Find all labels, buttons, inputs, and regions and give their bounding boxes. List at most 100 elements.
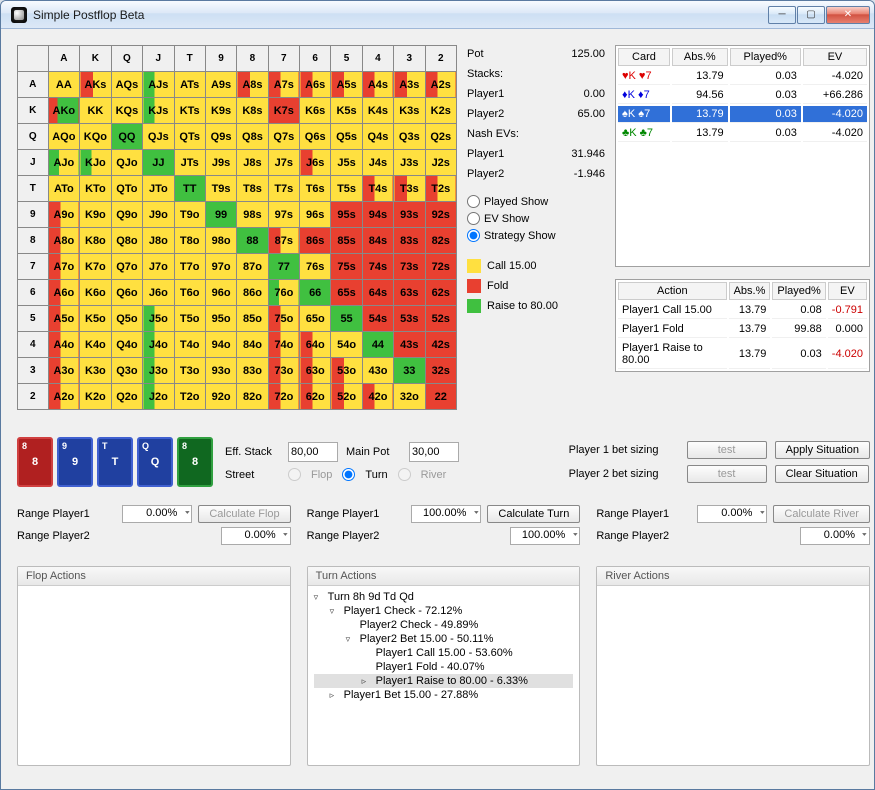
hand-cell[interactable]: J5o xyxy=(143,306,174,332)
hand-cell[interactable]: Q9s xyxy=(205,124,236,150)
calc-river-button[interactable]: Calculate River xyxy=(773,505,870,523)
hand-cell[interactable]: AJo xyxy=(48,150,80,176)
hand-cell[interactable]: A9s xyxy=(205,72,236,98)
board-card[interactable]: TT xyxy=(97,437,133,487)
minimize-button[interactable]: ─ xyxy=(768,6,796,24)
clear-situation-button[interactable]: Clear Situation xyxy=(775,465,869,483)
hand-cell[interactable]: TT xyxy=(174,176,205,202)
hand-cell[interactable]: 99 xyxy=(205,202,236,228)
hand-cell[interactable]: T3o xyxy=(174,358,205,384)
hand-cell[interactable]: 96o xyxy=(205,280,236,306)
hand-cell[interactable]: T2o xyxy=(174,384,205,410)
turn-rp1-pct[interactable]: 100.00% xyxy=(411,505,481,523)
hand-cell[interactable]: A3o xyxy=(48,358,80,384)
hand-cell[interactable]: J9s xyxy=(205,150,236,176)
river-rp1-pct[interactable]: 0.00% xyxy=(697,505,767,523)
tree-node[interactable]: Player1 Call 15.00 - 53.60% xyxy=(314,646,574,660)
hand-cell[interactable]: 85o xyxy=(237,306,268,332)
hand-cell[interactable]: Q6o xyxy=(111,280,142,306)
card-row[interactable]: ♥K ♥713.790.03-4.020 xyxy=(618,68,867,85)
hand-cell[interactable]: T5s xyxy=(331,176,362,202)
hand-cell[interactable]: Q5s xyxy=(331,124,362,150)
hand-cell[interactable]: K4o xyxy=(80,332,112,358)
hand-cell[interactable]: T7s xyxy=(268,176,299,202)
calc-flop-button[interactable]: Calculate Flop xyxy=(198,505,290,523)
hand-cell[interactable]: A9o xyxy=(48,202,80,228)
hand-cell[interactable]: T5o xyxy=(174,306,205,332)
hand-cell[interactable]: A8o xyxy=(48,228,80,254)
hand-cell[interactable]: AQs xyxy=(111,72,142,98)
hand-cell[interactable]: 65s xyxy=(331,280,362,306)
tree-node[interactable]: ▹Player1 Bet 15.00 - 27.88% xyxy=(314,688,574,702)
hand-cell[interactable]: K9s xyxy=(205,98,236,124)
hand-cell[interactable]: T4o xyxy=(174,332,205,358)
turn-rp2-pct[interactable]: 100.00% xyxy=(510,527,580,545)
board-card[interactable]: 88 xyxy=(177,437,213,487)
card-row[interactable]: ♣K ♣713.790.03-4.020 xyxy=(618,125,867,142)
action-row[interactable]: Player1 Raise to 80.0013.790.03-4.020 xyxy=(618,340,867,369)
board-card[interactable]: 88 xyxy=(17,437,53,487)
hand-cell[interactable]: AQo xyxy=(48,124,80,150)
board-card[interactable]: 99 xyxy=(57,437,93,487)
flop-rp1-pct[interactable]: 0.00% xyxy=(122,505,192,523)
hand-cell[interactable]: A2s xyxy=(425,72,457,98)
hand-cell[interactable]: 32o xyxy=(394,384,425,410)
hand-cell[interactable]: Q2s xyxy=(425,124,457,150)
hand-cell[interactable]: K8o xyxy=(80,228,112,254)
hand-cell[interactable]: 95s xyxy=(331,202,362,228)
hand-cell[interactable]: 62o xyxy=(300,384,331,410)
hand-cell[interactable]: 97o xyxy=(205,254,236,280)
hand-cell[interactable]: 84s xyxy=(362,228,393,254)
titlebar[interactable]: Simple Postflop Beta ─ ▢ ✕ xyxy=(1,1,874,29)
hand-cell[interactable]: 54o xyxy=(331,332,362,358)
hand-cell[interactable]: 63s xyxy=(394,280,425,306)
hand-cell[interactable]: 43s xyxy=(394,332,425,358)
hand-cell[interactable]: Q9o xyxy=(111,202,142,228)
hand-cell[interactable]: A7s xyxy=(268,72,299,98)
hand-cell[interactable]: K6s xyxy=(300,98,331,124)
turn-tree[interactable]: ▿Turn 8h 9d Td Qd▿Player1 Check - 72.12%… xyxy=(314,590,574,702)
hand-cell[interactable]: Q4o xyxy=(111,332,142,358)
hand-cell[interactable]: KQs xyxy=(111,98,142,124)
hand-cell[interactable]: 87s xyxy=(268,228,299,254)
hand-cell[interactable]: T7o xyxy=(174,254,205,280)
effstack-input[interactable] xyxy=(288,442,338,462)
hand-cell[interactable]: J9o xyxy=(143,202,174,228)
card-row[interactable]: ♠K ♠713.790.03-4.020 xyxy=(618,106,867,123)
calc-turn-button[interactable]: Calculate Turn xyxy=(487,505,580,523)
hand-cell[interactable]: K7o xyxy=(80,254,112,280)
hand-cell[interactable]: 42s xyxy=(425,332,457,358)
hand-cell[interactable]: KJo xyxy=(80,150,112,176)
hand-cell[interactable]: K8s xyxy=(237,98,268,124)
hand-cell[interactable]: AA xyxy=(48,72,80,98)
action-table[interactable]: ActionAbs.%Played%EVPlayer1 Call 15.0013… xyxy=(615,279,870,372)
hand-cell[interactable]: QTs xyxy=(174,124,205,150)
hand-cell[interactable]: 95o xyxy=(205,306,236,332)
hand-cell[interactable]: ATs xyxy=(174,72,205,98)
hand-cell[interactable]: Q3o xyxy=(111,358,142,384)
hand-cell[interactable]: Q7s xyxy=(268,124,299,150)
hand-cell[interactable]: A4s xyxy=(362,72,393,98)
hand-cell[interactable]: K2o xyxy=(80,384,112,410)
hand-cell[interactable]: J6o xyxy=(143,280,174,306)
hand-cell[interactable]: K7s xyxy=(268,98,299,124)
hand-cell[interactable]: 73o xyxy=(268,358,299,384)
hand-cell[interactable]: QJs xyxy=(143,124,174,150)
hand-cell[interactable]: T8s xyxy=(237,176,268,202)
hand-cell[interactable]: T9o xyxy=(174,202,205,228)
hand-cell[interactable]: K2s xyxy=(425,98,457,124)
street-flop-radio[interactable] xyxy=(288,468,301,481)
hand-cell[interactable]: 53o xyxy=(331,358,362,384)
hand-cell[interactable]: 96s xyxy=(300,202,331,228)
hand-cell[interactable]: 77 xyxy=(268,254,299,280)
hand-cell[interactable]: Q7o xyxy=(111,254,142,280)
hand-cell[interactable]: KK xyxy=(80,98,112,124)
played-show-radio[interactable] xyxy=(467,195,480,208)
ev-show-radio[interactable] xyxy=(467,212,480,225)
hand-cell[interactable]: 75o xyxy=(268,306,299,332)
hand-cell[interactable]: 52s xyxy=(425,306,457,332)
hand-cell[interactable]: 98o xyxy=(205,228,236,254)
hand-cell[interactable]: J6s xyxy=(300,150,331,176)
action-row[interactable]: Player1 Fold13.7999.880.000 xyxy=(618,321,867,338)
hand-cell[interactable]: J2s xyxy=(425,150,457,176)
